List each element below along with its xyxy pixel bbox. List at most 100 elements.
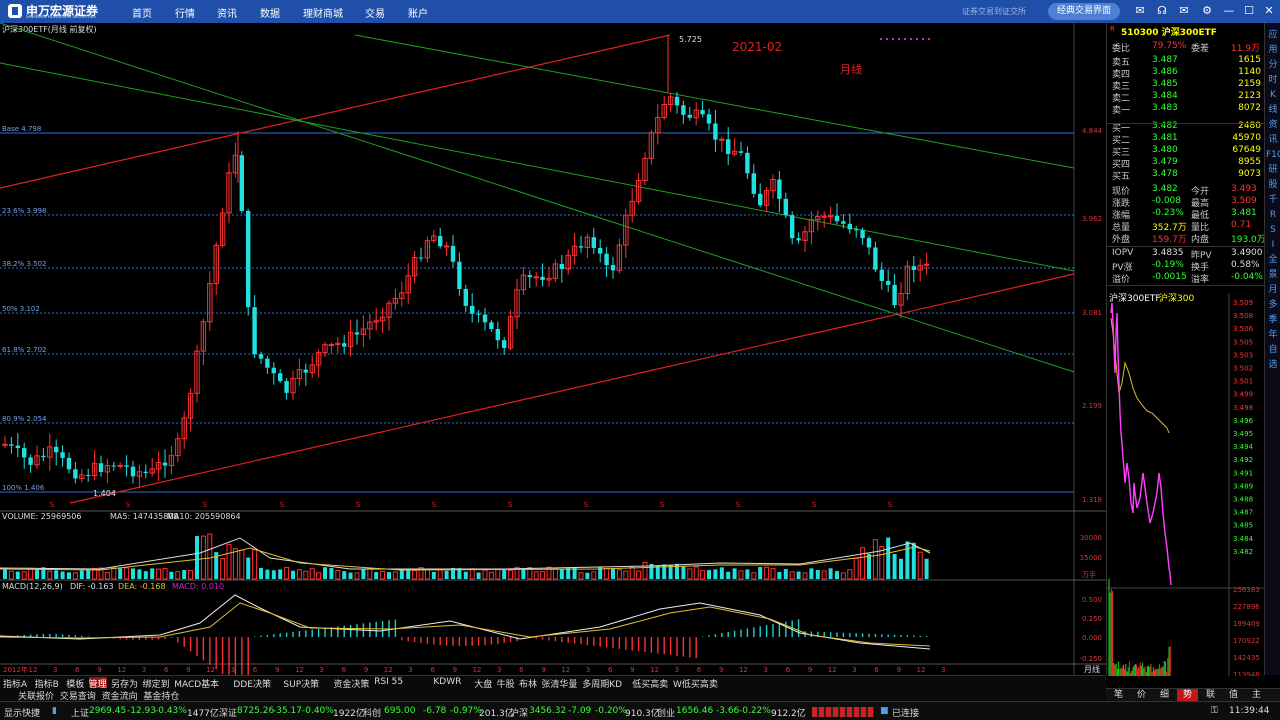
candle-body-down [284, 381, 289, 393]
sidebar-button[interactable]: 千 [1266, 194, 1280, 206]
lock-icon[interactable]: ⚿ [1211, 706, 1218, 716]
volume-unit-label: 万手 [1082, 570, 1096, 579]
close-icon[interactable]: ✕ [1262, 4, 1276, 18]
sidebar-button[interactable]: 季 [1266, 314, 1280, 326]
nav-account[interactable]: 账户 [408, 5, 428, 20]
sidebar-button[interactable]: I [1266, 239, 1280, 251]
sidebar-button[interactable]: 应 [1266, 29, 1280, 41]
nav-wealth[interactable]: 理财商城 [303, 5, 343, 20]
volume-bar [424, 568, 430, 580]
indicator-tab[interactable]: KDWR [433, 677, 461, 687]
x-axis-tick: 12 [473, 666, 482, 674]
sidebar-button[interactable]: 年 [1266, 329, 1280, 341]
sidebar-button[interactable]: 时 [1266, 74, 1280, 86]
volume-bar [892, 553, 897, 579]
sidebar-button[interactable]: 多 [1266, 299, 1280, 311]
message-icon[interactable]: ✉ [1133, 4, 1147, 18]
sidebar-button[interactable]: 用 [1266, 44, 1280, 56]
shortcut-toggle[interactable]: 显示快捷 [4, 706, 40, 719]
stat-row: PV涨 -0.19% 换手 0.58% [1107, 260, 1265, 273]
price-axis-label: 4.844 [1082, 127, 1103, 135]
sidebar-button[interactable]: 全 [1266, 254, 1280, 266]
volume-bar [508, 570, 514, 580]
volume-bar [137, 569, 142, 579]
sidebar-button[interactable]: 讯 [1266, 134, 1280, 146]
nav-trade[interactable]: 交易 [365, 5, 385, 20]
volume-bar [835, 571, 839, 579]
volume-bar [329, 567, 334, 579]
stat-row: 涨跌 -0.008 最高 3.509 [1107, 196, 1265, 209]
sidebar-button[interactable]: 研 [1266, 164, 1280, 176]
price-axis-label: 3.081 [1082, 309, 1102, 317]
sidebar-button[interactable]: 资 [1266, 119, 1280, 131]
x-axis-start: 2012年 [3, 665, 28, 674]
stat-row: 涨幅 -0.23% 最低 3.481 [1107, 208, 1265, 221]
high-label: 5.725 [679, 35, 702, 44]
mail-icon[interactable]: ✉ [1177, 4, 1191, 18]
sidebar-button[interactable]: 自 [1266, 344, 1280, 356]
nav-market[interactable]: 行情 [175, 5, 195, 20]
candle-body-down [476, 313, 481, 315]
date-label: 2021-02 [732, 40, 782, 54]
intraday-price-label: 3.482 [1233, 548, 1253, 556]
candle-body-down [265, 358, 270, 368]
x-axis-tick: 3 [763, 666, 767, 674]
stat-v2: -0.04% [1231, 272, 1263, 282]
sidebar-button[interactable]: 景 [1266, 269, 1280, 281]
sidebar-button[interactable]: 股 [1266, 179, 1280, 191]
volume-bar [828, 568, 833, 579]
candle-body-down [540, 276, 545, 280]
indicator-tab[interactable]: RSI 55 [374, 677, 403, 687]
maximize-icon[interactable]: ☐ [1242, 4, 1256, 18]
sidebar-button[interactable]: 分 [1266, 59, 1280, 71]
s-marker: S [203, 501, 208, 509]
x-axis-tick: 6 [608, 666, 613, 674]
volume-bar [200, 535, 206, 580]
hs-amount: 910.3亿 [625, 709, 660, 719]
sidebar-button[interactable]: F10 [1266, 149, 1280, 161]
stat-row: 溢价 -0.0015 溢率 -0.04% [1107, 272, 1265, 285]
nav-news[interactable]: 资讯 [217, 5, 237, 20]
candle-body-down [73, 469, 78, 479]
nav-data[interactable]: 数据 [260, 5, 280, 20]
cy-amount: 912.2亿 [771, 709, 806, 719]
candle-body-down [111, 465, 116, 467]
nav-home[interactable]: 首页 [132, 5, 152, 20]
channel-line-green-3 [0, 62, 1075, 272]
kline-chart-area[interactable]: 沪深300ETF(月线 前复权) Base 4.798 23.6% 3.998 38.… [0, 23, 1106, 675]
stat-v1: 3.482 [1152, 184, 1178, 194]
candle-body-down [886, 280, 891, 285]
stat-v1: 3.4835 [1152, 248, 1184, 258]
classic-trade-button[interactable]: 经典交易界面 [1048, 3, 1120, 20]
sidebar-button[interactable]: K [1266, 89, 1280, 101]
intraday-chart[interactable]: 3.509 3.508 3.506 3.505 3.503 3.502 3.501 3.499… [1107, 293, 1265, 676]
minimize-icon[interactable]: — [1222, 4, 1236, 18]
candle-body-down [796, 238, 801, 241]
candle-body-down [54, 446, 59, 453]
volume-bar [629, 566, 635, 580]
candle-body-down [303, 369, 308, 373]
headset-icon[interactable]: ☊ [1155, 4, 1169, 18]
x-axis-tick: 3 [142, 666, 146, 674]
x-axis-tick: 6 [75, 666, 80, 674]
s-marker: S [126, 501, 131, 509]
sidebar-button[interactable]: 选 [1266, 359, 1280, 371]
candle-body-down [726, 139, 731, 155]
book-price: 3.478 [1152, 169, 1178, 179]
sidebar-button[interactable]: S [1266, 224, 1280, 236]
volume-bar [783, 569, 788, 579]
sidebar-button[interactable]: R [1266, 209, 1280, 221]
sidebar-button[interactable]: 月 [1266, 284, 1280, 296]
stat-l1: 外盘 [1112, 235, 1131, 245]
intraday-price-label: 3.505 [1233, 338, 1253, 346]
x-axis-tick: 12 [828, 666, 837, 674]
volume-bar [482, 569, 488, 580]
volume-bar [175, 571, 181, 580]
settings-icon[interactable]: ⚙ [1200, 4, 1214, 18]
kc-change: -6.78 [423, 706, 447, 716]
volume-bar [367, 568, 373, 580]
volume-bar [316, 572, 322, 580]
sidebar-button[interactable]: 线 [1266, 104, 1280, 116]
x-axis-tick: 3 [586, 666, 590, 674]
volume-bar [79, 570, 84, 579]
